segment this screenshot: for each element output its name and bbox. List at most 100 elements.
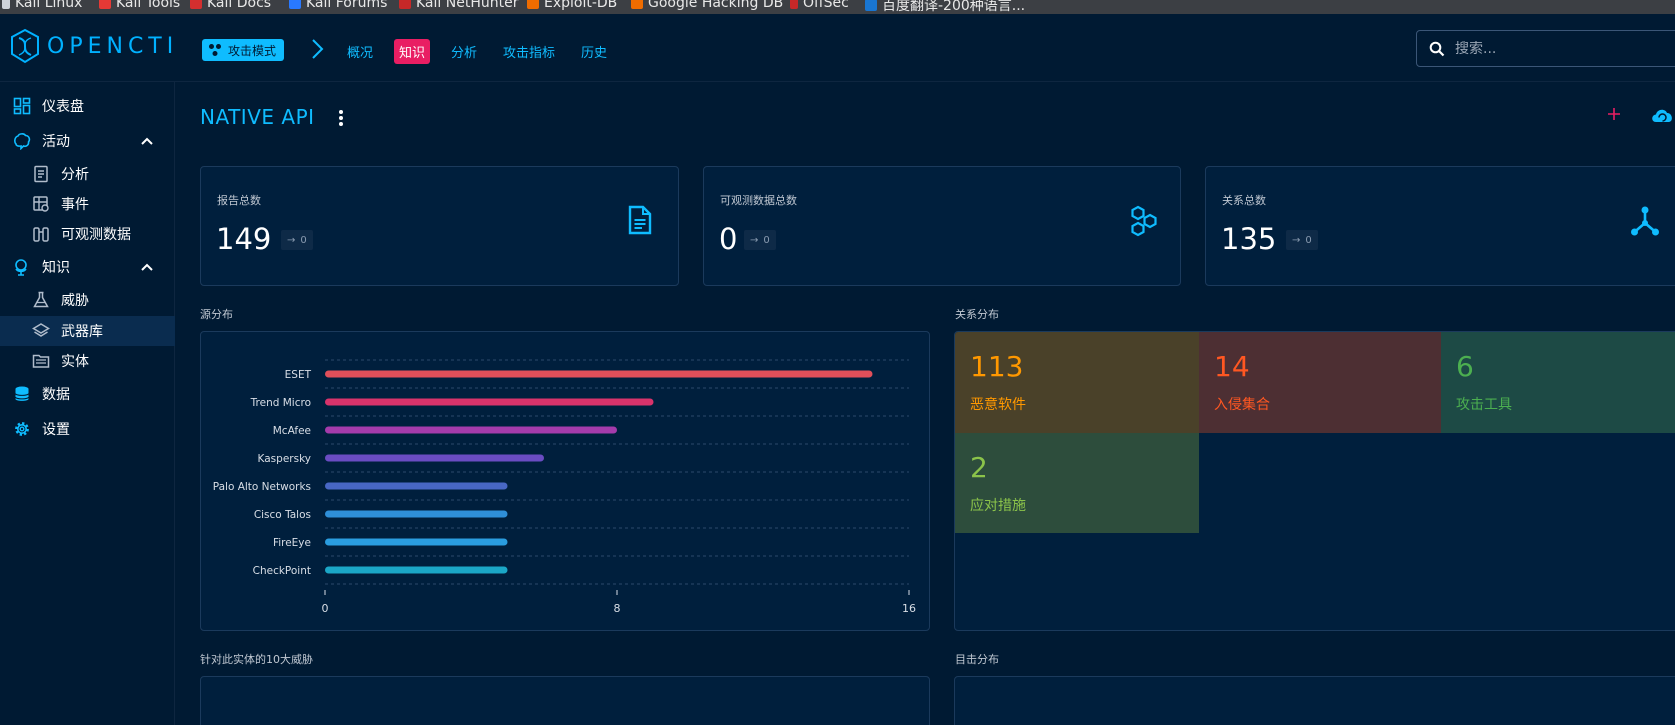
card-value: 0 bbox=[719, 222, 738, 256]
add-icon[interactable] bbox=[1604, 104, 1624, 124]
opencti-logo[interactable]: OPENCTI bbox=[9, 28, 178, 64]
sidebar-item-data[interactable]: 数据 bbox=[0, 379, 175, 409]
search-input[interactable] bbox=[1455, 40, 1675, 57]
tile-label: 恶意软件 bbox=[970, 397, 1026, 413]
sidebar-item-settings[interactable]: 设置 bbox=[0, 414, 175, 444]
card-label: 关系总数 bbox=[1222, 194, 1266, 207]
globe-icon bbox=[15, 259, 27, 276]
tab-knowledge[interactable]: 知识 bbox=[394, 39, 431, 64]
bookmark-kali-tools[interactable]: Kali Tools bbox=[99, 0, 180, 11]
hexagons-icon bbox=[1131, 205, 1157, 237]
offsec-icon bbox=[790, 0, 798, 9]
relation-distribution-panel: 113 恶意软件 14 入侵集合 6 攻击工具 2 应对措施 bbox=[954, 331, 1675, 631]
section-label-sources: 源分布 bbox=[200, 308, 233, 321]
sidebar-item-arsenal[interactable]: 武器库 bbox=[0, 316, 175, 346]
tab-history[interactable]: 历史 bbox=[581, 42, 607, 61]
sidebar-item-events[interactable]: 事件 bbox=[0, 189, 175, 219]
tile-count: 6 bbox=[1456, 350, 1474, 383]
nethunter-icon bbox=[399, 0, 411, 9]
bookmark-google-hacking-db[interactable]: Google Hacking DB bbox=[631, 0, 783, 11]
sidebar-item-label: 知识 bbox=[42, 260, 70, 276]
bar bbox=[325, 566, 508, 574]
tile-count: 2 bbox=[970, 451, 988, 484]
exploit-db-icon bbox=[527, 0, 539, 9]
folder-icon bbox=[32, 354, 50, 368]
attack-pattern-mode-chip[interactable]: 攻击模式 bbox=[202, 39, 285, 61]
chevron-up-icon[interactable] bbox=[139, 133, 155, 149]
category-label: CheckPoint bbox=[253, 565, 311, 577]
analysis-document-icon bbox=[34, 165, 48, 183]
relation-tile-course-of-action[interactable]: 2 应对措施 bbox=[955, 433, 1199, 533]
database-icon bbox=[15, 386, 29, 401]
section-label-top-threats: 针对此实体的10大威胁 bbox=[200, 653, 313, 666]
sidebar-item-threats[interactable]: 威胁 bbox=[0, 285, 175, 315]
tab-overview[interactable]: 概况 bbox=[347, 42, 373, 61]
sidebar-item-dashboard[interactable]: 仪表盘 bbox=[0, 91, 175, 121]
flask-icon bbox=[33, 291, 49, 308]
tile-label: 应对措施 bbox=[970, 498, 1026, 514]
bookmark-offsec[interactable]: OffSec bbox=[790, 0, 849, 11]
category-label: Kaspersky bbox=[258, 453, 311, 465]
category-label: FireEye bbox=[273, 537, 311, 549]
category-label: Trend Micro bbox=[250, 397, 311, 409]
sidebar-item-activities[interactable]: 活动 bbox=[0, 126, 175, 156]
bookmark-kali-docs[interactable]: Kali Docs bbox=[190, 0, 271, 11]
sidebar-item-label: 武器库 bbox=[61, 324, 103, 340]
category-label: Cisco Talos bbox=[254, 509, 311, 521]
kali-docs-icon bbox=[190, 0, 202, 9]
tile-label: 攻击工具 bbox=[1456, 397, 1512, 413]
activity-brain-icon bbox=[14, 133, 31, 150]
mode-label: 攻击模式 bbox=[228, 43, 277, 58]
layers-icon bbox=[32, 323, 50, 337]
cloud-refresh-icon[interactable] bbox=[1650, 104, 1675, 126]
search-box[interactable] bbox=[1416, 30, 1675, 67]
tab-analysis[interactable]: 分析 bbox=[451, 42, 477, 61]
category-label: McAfee bbox=[273, 425, 311, 437]
sidebar-item-entities[interactable]: 实体 bbox=[0, 346, 175, 376]
delta-value: 0 bbox=[763, 234, 770, 246]
sidebar: 仪表盘 活动 分析 事件 可观测数据 知识 威胁 武器库 实体 数据 设置 bbox=[0, 82, 175, 725]
sidebar-item-analyses[interactable]: 分析 bbox=[0, 159, 175, 189]
sidebar-item-label: 可观测数据 bbox=[61, 227, 131, 243]
sidebar-item-label: 数据 bbox=[42, 387, 70, 403]
bookmark-kali-nethunter[interactable]: Kali NetHunter bbox=[399, 0, 518, 11]
card-delta-badge: → 0 bbox=[1286, 230, 1318, 250]
chevron-right-icon bbox=[312, 39, 324, 59]
search-icon bbox=[1429, 41, 1445, 56]
kali-icon bbox=[2, 0, 10, 9]
tab-indicators[interactable]: 攻击指标 bbox=[503, 42, 555, 61]
targets-panel bbox=[954, 676, 1675, 725]
bookmark-kali-forums[interactable]: Kali Forums bbox=[289, 0, 387, 11]
bookmark-exploit-db[interactable]: Exploit-DB bbox=[527, 0, 617, 11]
logo-text: OPENCTI bbox=[47, 33, 179, 59]
report-document-icon bbox=[628, 205, 652, 235]
sidebar-item-knowledge[interactable]: 知识 bbox=[0, 252, 175, 282]
top-app-bar: OPENCTI 攻击模式 概况 知识 分析 攻击指标 历史 bbox=[0, 14, 1675, 82]
x-tick-label: 16 bbox=[902, 602, 916, 615]
relation-tile-intrusion-set[interactable]: 14 入侵集合 bbox=[1199, 332, 1441, 433]
relation-tile-malware[interactable]: 113 恶意软件 bbox=[955, 332, 1199, 433]
chevron-up-icon[interactable] bbox=[139, 259, 155, 275]
bar bbox=[325, 398, 654, 406]
section-label-targets: 目击分布 bbox=[955, 653, 999, 666]
relationship-graph-icon bbox=[1631, 206, 1659, 236]
bookmark-baidu-translate[interactable]: 百度翻译-200种语言... bbox=[865, 0, 1025, 14]
sidebar-item-observables[interactable]: 可观测数据 bbox=[0, 219, 175, 249]
kali-tools-icon bbox=[99, 0, 111, 9]
card-label: 报告总数 bbox=[217, 194, 261, 207]
dashboard-icon bbox=[13, 97, 31, 115]
sidebar-item-label: 活动 bbox=[42, 134, 70, 150]
section-label-relations: 关系分布 bbox=[955, 308, 999, 321]
ghdb-icon bbox=[631, 0, 643, 9]
more-vert-icon[interactable] bbox=[336, 108, 346, 128]
relation-tile-tool[interactable]: 6 攻击工具 bbox=[1441, 332, 1675, 433]
sidebar-item-label: 威胁 bbox=[61, 293, 89, 309]
bookmark-kali-linux[interactable]: Kali Linux bbox=[2, 0, 82, 11]
delta-value: 0 bbox=[300, 234, 307, 246]
bar bbox=[325, 510, 508, 518]
events-icon bbox=[33, 196, 49, 212]
attack-pattern-icon bbox=[209, 44, 221, 56]
sidebar-item-label: 实体 bbox=[61, 354, 89, 370]
sidebar-item-label: 设置 bbox=[42, 422, 70, 438]
bar bbox=[325, 454, 544, 462]
